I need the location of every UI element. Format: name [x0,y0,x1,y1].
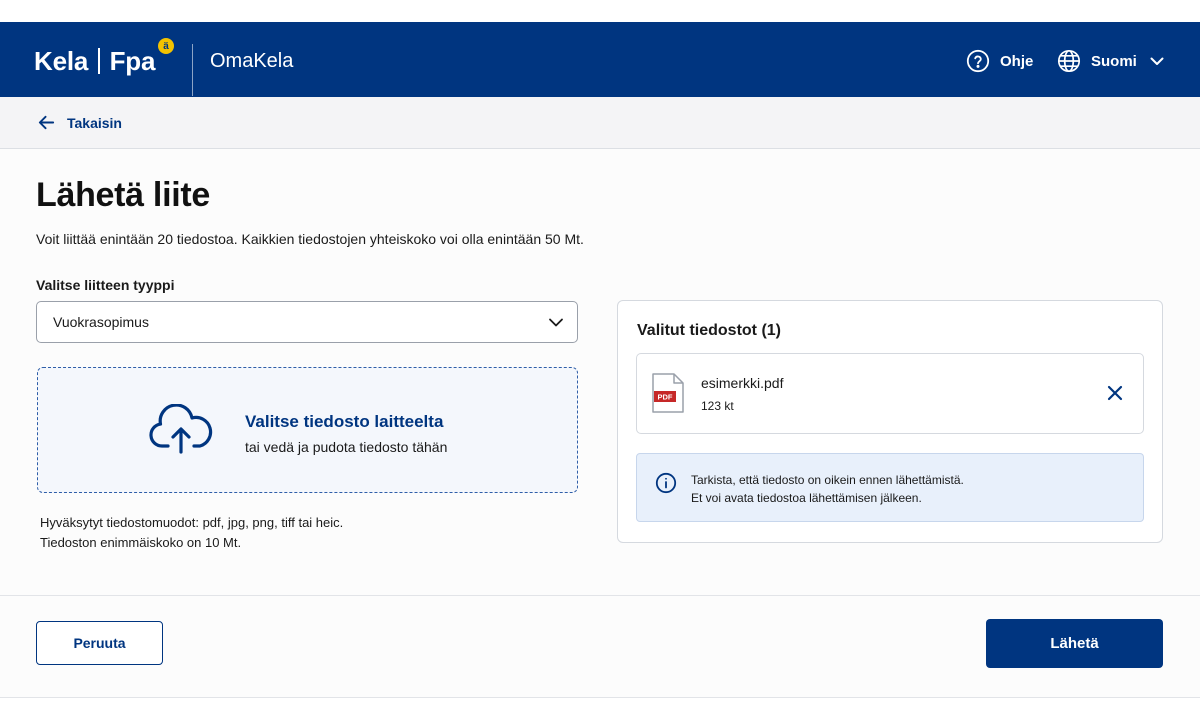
send-button[interactable]: Lähetä [986,619,1163,668]
back-link[interactable]: Takaisin [37,113,122,132]
logo-fpa-text: Fpa [109,45,156,76]
back-bar: Takaisin [0,97,1200,149]
help-label: Ohje [1000,52,1034,70]
attachment-type-select[interactable]: Vuokrasopimus [36,301,578,343]
choose-file-label: Valitse tiedosto laitteelta [245,412,444,431]
kela-logo[interactable]: Kela Fpa ä [34,38,174,78]
chevron-down-icon [1150,57,1164,65]
pdf-badge-text: PDF [658,393,673,402]
back-label: Takaisin [67,114,122,131]
info-notice: Tarkista, että tiedosto on oikein ennen … [636,453,1144,522]
selected-files-title: Valitut tiedostot (1) [637,322,781,339]
selected-files-panel: Valitut tiedostot (1) PDF esimerkki.pdf … [617,300,1163,543]
file-item: PDF esimerkki.pdf 123 kt [636,353,1144,434]
action-footer: Peruuta Lähetä [0,595,1200,697]
logo-badge: ä [158,38,174,54]
header-divider [192,44,193,96]
language-selector[interactable]: Suomi [1057,49,1165,73]
file-dropzone[interactable]: Valitse tiedosto laitteelta tai vedä ja … [37,367,578,493]
page-title: Lähetä liite [36,176,211,214]
notice-line-2: Et voi avata tiedostoa lähettämisen jälk… [691,491,922,505]
file-name: esimerkki.pdf [701,375,784,391]
attachment-type-label: Valitse liitteen tyyppi [36,277,175,293]
arrow-left-icon [38,115,55,130]
attachment-type-value: Vuokrasopimus [53,314,149,330]
site-header: Kela Fpa ä OmaKela Ohje Suomi [0,22,1200,97]
chevron-down-icon [549,318,563,327]
cancel-button[interactable]: Peruuta [36,621,163,665]
logo-separator [98,48,100,74]
max-size-hint: Tiedoston enimmäiskoko on 10 Mt. [40,535,242,550]
language-label: Suomi [1091,52,1137,70]
page-description: Voit liittää enintään 20 tiedostoa. Kaik… [36,231,584,247]
notice-line-1: Tarkista, että tiedosto on oikein ennen … [691,473,964,487]
help-icon [966,49,990,73]
close-icon[interactable] [1105,383,1125,403]
globe-icon [1057,49,1081,73]
accepted-formats-hint: Hyväksytyt tiedostomuodot: pdf, jpg, png… [40,515,344,530]
app-frame: Kela Fpa ä OmaKela Ohje Suomi Takaisin L… [0,22,1200,698]
help-link[interactable]: Ohje [966,49,1033,73]
info-icon [655,472,677,494]
cloud-upload-icon [149,404,213,454]
pdf-file-icon: PDF [652,373,684,413]
logo-kela-text: Kela [34,45,89,76]
drag-drop-hint: tai vedä ja pudota tiedosto tähän [245,439,448,455]
app-name: OmaKela [210,50,294,72]
file-size: 123 kt [701,399,734,413]
